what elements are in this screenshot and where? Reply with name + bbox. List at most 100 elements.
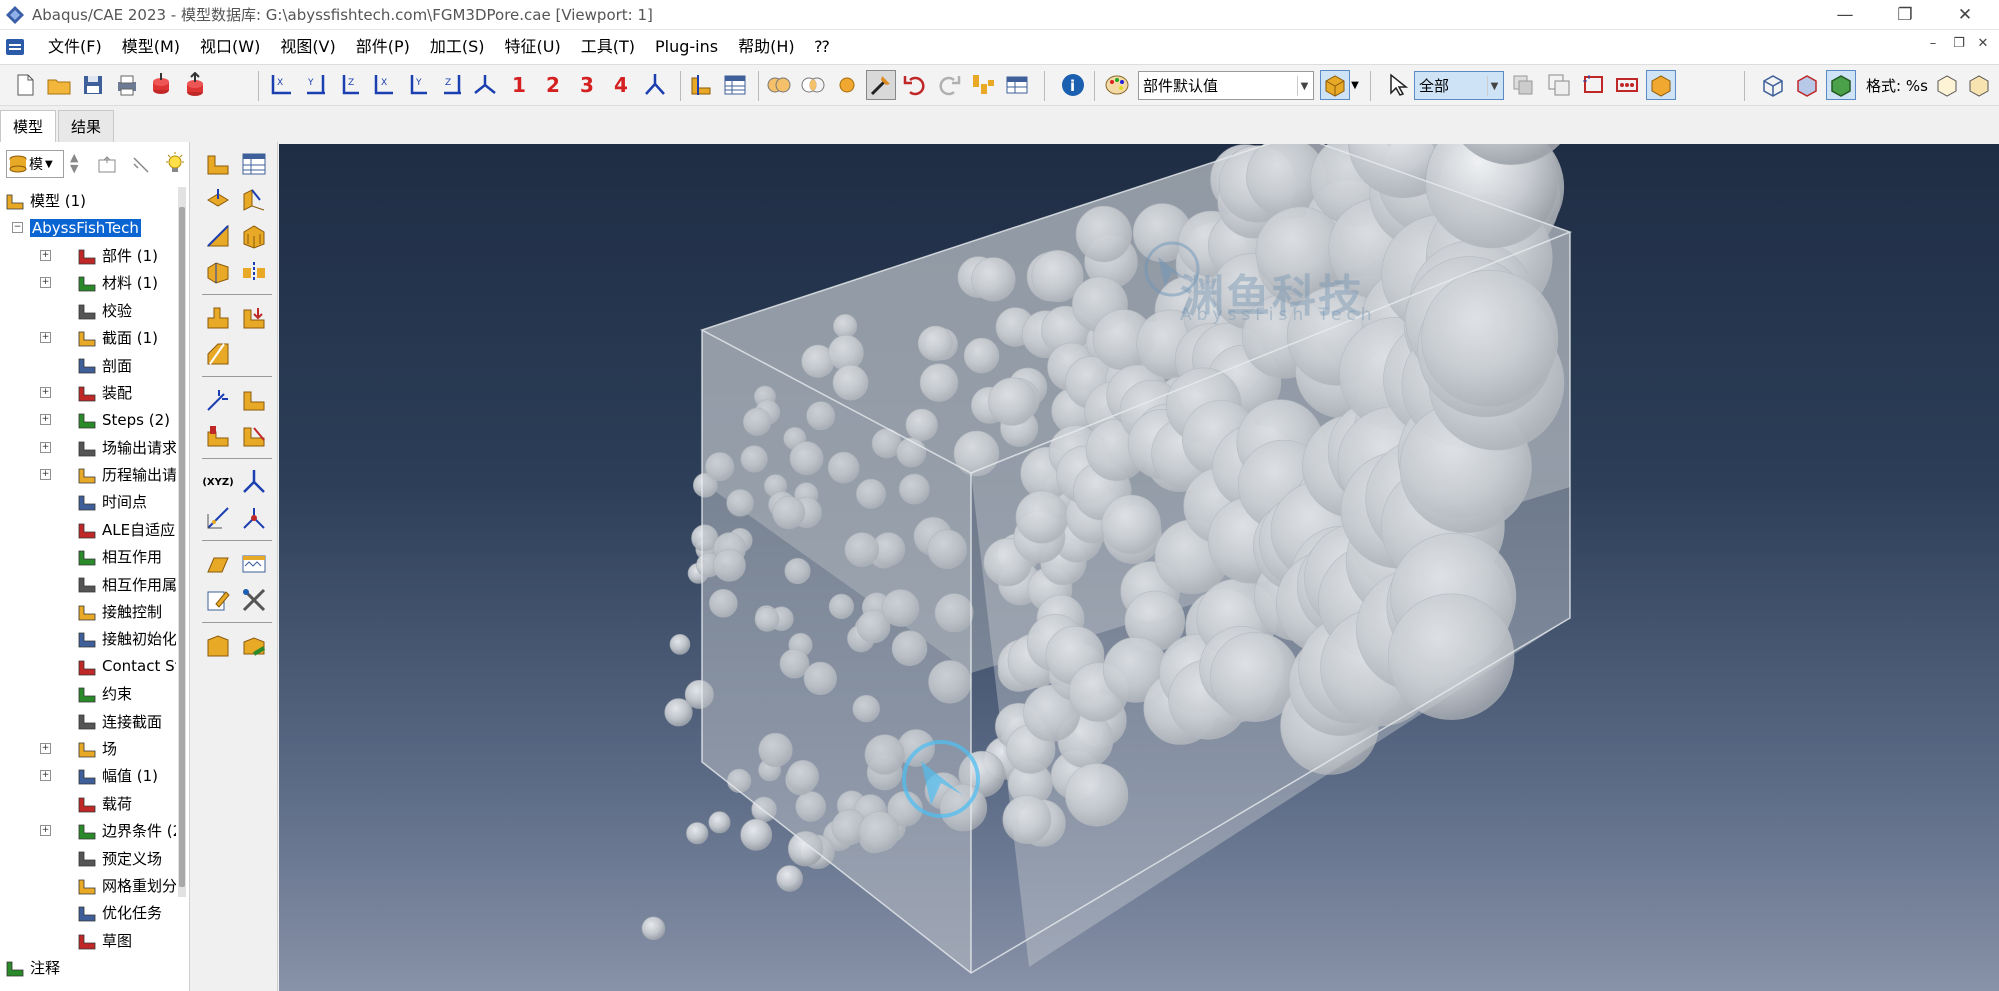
- menu-view[interactable]: 视图(V): [270, 30, 345, 64]
- tree-item[interactable]: + 部件 (1): [0, 242, 176, 269]
- create-plane-icon[interactable]: [202, 220, 234, 252]
- view-3-button[interactable]: 3: [572, 70, 602, 100]
- tree-item[interactable]: + 边界条件 (2): [0, 817, 176, 844]
- boolean-intersect-icon[interactable]: [798, 70, 828, 100]
- lightbulb-icon[interactable]: [164, 152, 186, 176]
- tree-item[interactable]: 模型 (1): [0, 187, 176, 214]
- redo-icon[interactable]: [934, 70, 964, 100]
- selection-filter-select[interactable]: 全部 ▼: [1414, 71, 1504, 100]
- tree-item[interactable]: 接触初始化: [0, 625, 176, 652]
- create-round-icon[interactable]: [202, 338, 234, 370]
- viewport[interactable]: 渊鱼科技 AbyssFish Tech: [279, 144, 1999, 991]
- tree-item[interactable]: 接触控制: [0, 598, 176, 625]
- tree-item[interactable]: + 材料 (1): [0, 269, 176, 296]
- sphere-icon[interactable]: [832, 70, 862, 100]
- tree-item[interactable]: 注释: [0, 954, 176, 981]
- tree-item[interactable]: + Steps (2): [0, 406, 176, 433]
- edit-feature-icon[interactable]: [202, 584, 234, 616]
- feature-tree-icon[interactable]: [968, 70, 998, 100]
- open-folder-icon[interactable]: [44, 70, 74, 100]
- menu-file[interactable]: 文件(F): [38, 30, 112, 64]
- tree-item[interactable]: + 幅值 (1): [0, 762, 176, 789]
- shaded-icon[interactable]: [1826, 70, 1856, 100]
- mdi-restore-button[interactable]: ❐: [1948, 36, 1970, 58]
- expand-icon[interactable]: +: [40, 414, 51, 426]
- close-button[interactable]: ✕: [1935, 0, 1995, 30]
- tree-item[interactable]: 载荷: [0, 790, 176, 817]
- tree-item[interactable]: 预定义场: [0, 844, 176, 871]
- scrollbar-thumb[interactable]: [179, 207, 185, 887]
- expand-icon[interactable]: +: [40, 249, 51, 261]
- menu-model[interactable]: 模型(M): [112, 30, 190, 64]
- tree-item[interactable]: − AbyssFishTech: [0, 214, 176, 241]
- new-file-icon[interactable]: [10, 70, 40, 100]
- menu-help[interactable]: 帮助(H): [728, 30, 805, 64]
- view-2-button[interactable]: 2: [538, 70, 568, 100]
- datum-point-icon[interactable]: (XYZ): [202, 466, 234, 498]
- part-manager-icon[interactable]: [238, 148, 270, 180]
- expand-icon[interactable]: +: [40, 277, 51, 289]
- display-dropdown-icon[interactable]: ▼: [1348, 70, 1362, 100]
- create-part-icon[interactable]: [202, 148, 234, 180]
- minimize-button[interactable]: —: [1815, 0, 1875, 30]
- import-icon[interactable]: [146, 70, 176, 100]
- undo-icon[interactable]: [900, 70, 930, 100]
- boolean-union-icon[interactable]: [764, 70, 794, 100]
- create-cut-icon[interactable]: [202, 302, 234, 334]
- menu-tools[interactable]: 工具(T): [571, 30, 645, 64]
- expand-icon[interactable]: +: [40, 824, 51, 836]
- display-cube-icon[interactable]: [1320, 70, 1350, 100]
- tree-item[interactable]: 剖面: [0, 351, 176, 378]
- wireframe-icon[interactable]: [1758, 70, 1788, 100]
- menu-feature[interactable]: 特征(U): [495, 30, 571, 64]
- tab-results[interactable]: 结果: [58, 110, 115, 142]
- tree-item[interactable]: + 场输出请求 (: [0, 434, 176, 461]
- hidden-lines-icon[interactable]: [1792, 70, 1822, 100]
- box-outline-icon[interactable]: [1932, 70, 1962, 100]
- create-set-icon[interactable]: [202, 548, 234, 580]
- tree-item[interactable]: 相互作用: [0, 543, 176, 570]
- tree-item[interactable]: + 历程输出请求: [0, 461, 176, 488]
- tree-item[interactable]: + 装配: [0, 379, 176, 406]
- tree-item[interactable]: 网格重划分规: [0, 872, 176, 899]
- view-1-button[interactable]: 1: [504, 70, 534, 100]
- tree-item[interactable]: Contact Sta: [0, 653, 176, 680]
- tree-filter-select[interactable]: 模 ▼: [6, 150, 64, 178]
- system-menu-icon[interactable]: [4, 37, 26, 57]
- tree-item[interactable]: 优化任务: [0, 899, 176, 926]
- view-xz-icon[interactable]: X: [368, 70, 398, 100]
- tree-item[interactable]: 约束: [0, 680, 176, 707]
- model-render[interactable]: [279, 144, 1999, 991]
- collapse-icon[interactable]: −: [12, 222, 23, 234]
- solid-revolve-icon[interactable]: [202, 256, 234, 288]
- view-yx-icon[interactable]: Y: [300, 70, 330, 100]
- move-up-down-icon[interactable]: ▲ ▼: [70, 152, 78, 174]
- tree-filter-icon[interactable]: [130, 154, 152, 176]
- select-from-interior-icon[interactable]: [1508, 70, 1538, 100]
- pick-mode-icon[interactable]: [866, 70, 896, 100]
- datum-axis-icon[interactable]: [202, 502, 234, 534]
- datum-icon[interactable]: [238, 384, 270, 416]
- tree-item[interactable]: + 截面 (1): [0, 324, 176, 351]
- create-hole-icon[interactable]: [238, 302, 270, 334]
- feature-table-icon[interactable]: [1002, 70, 1032, 100]
- restore-button[interactable]: ❐: [1875, 0, 1935, 30]
- select-nodes-icon[interactable]: [1612, 70, 1642, 100]
- repair-icon[interactable]: [202, 420, 234, 452]
- view-iso-icon[interactable]: [470, 70, 500, 100]
- query-table-icon[interactable]: [720, 70, 750, 100]
- tree-item[interactable]: ALE自适应网: [0, 516, 176, 543]
- shell-extrude-icon[interactable]: [238, 184, 270, 216]
- menu-plugins[interactable]: Plug-ins: [645, 30, 728, 64]
- print-icon[interactable]: [112, 70, 142, 100]
- expand-icon[interactable]: +: [40, 468, 51, 480]
- view-xy-icon[interactable]: X: [266, 70, 296, 100]
- mdi-minimize-button[interactable]: –: [1922, 36, 1944, 58]
- view-zy-icon[interactable]: Z: [436, 70, 466, 100]
- context-help-icon[interactable]: ⁇: [805, 30, 840, 64]
- tree-collapse-icon[interactable]: [96, 154, 118, 176]
- datum-csys-icon[interactable]: [238, 466, 270, 498]
- color-palette-icon[interactable]: [1102, 70, 1132, 100]
- select-cursor-icon[interactable]: [1382, 70, 1412, 100]
- tree-item[interactable]: 草图: [0, 927, 176, 954]
